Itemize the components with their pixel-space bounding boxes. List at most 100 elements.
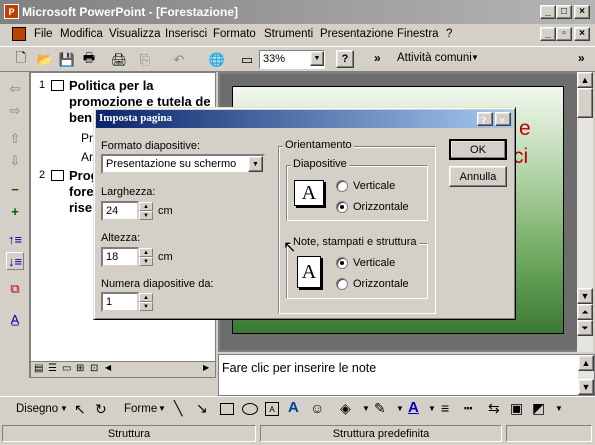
notes-scroll-down-icon[interactable]: ▼ xyxy=(578,379,594,395)
notes-horizontal-label[interactable]: Orizzontale xyxy=(353,278,409,290)
maximize-button[interactable]: □ xyxy=(556,5,572,19)
textbox-icon[interactable]: A xyxy=(265,402,279,416)
slideshow-icon[interactable]: ⊡ xyxy=(90,363,98,374)
shapes-chevron-down-icon[interactable]: ▼ xyxy=(158,404,166,413)
cancel-button[interactable]: Annulla xyxy=(449,166,507,187)
minimize-button[interactable]: _ xyxy=(540,5,556,19)
notes-scroll-up-icon[interactable]: ▲ xyxy=(578,355,594,371)
slide-icon[interactable] xyxy=(51,170,64,181)
scroll-thumb[interactable] xyxy=(577,88,593,118)
spin-up-icon[interactable]: ▲ xyxy=(139,293,153,302)
notes-pane[interactable]: Fare clic per inserire le note ▲ ▼ xyxy=(218,354,595,396)
demote-icon[interactable]: ⇨ xyxy=(6,102,24,120)
common-tasks-menu[interactable]: Attività comuni xyxy=(397,52,472,64)
menu-inserisci[interactable]: Inserisci xyxy=(165,28,207,40)
slide-title[interactable]: Politica per la xyxy=(69,78,154,93)
move-down-icon[interactable]: ⇩ xyxy=(6,152,24,170)
next-slide-icon[interactable]: ⏷ xyxy=(577,320,593,336)
width-spinner[interactable]: ▲ ▼ xyxy=(139,202,153,220)
hyperlink-icon[interactable]: 🌐 xyxy=(208,51,226,69)
slide-title[interactable]: ben xyxy=(69,110,92,125)
scroll-right-icon[interactable]: ▶ xyxy=(203,363,209,372)
line-color-icon[interactable]: ✎ xyxy=(374,400,386,417)
draw-chevron-down-icon[interactable]: ▼ xyxy=(60,404,68,413)
line-icon[interactable]: ╲ xyxy=(174,400,182,417)
spin-down-icon[interactable]: ▼ xyxy=(139,211,153,220)
scroll-up-icon[interactable]: ▲ xyxy=(577,72,593,88)
height-input[interactable]: 18 xyxy=(101,247,139,267)
outline-bullet[interactable]: Pr xyxy=(81,131,93,145)
close-button[interactable]: × xyxy=(574,5,590,19)
zoom-select[interactable]: 33% ▼ xyxy=(259,50,325,69)
rectangle-icon[interactable] xyxy=(220,403,234,415)
font-color-icon[interactable]: A xyxy=(408,399,419,416)
collapse-icon[interactable]: − xyxy=(6,180,24,198)
open-icon[interactable]: 📂 xyxy=(36,51,54,69)
collapse-all-icon[interactable]: ↑≡ xyxy=(6,230,24,248)
menu-modifica[interactable]: Modifica xyxy=(60,28,103,40)
rotate-icon[interactable]: ↻ xyxy=(95,401,107,418)
doc-restore-button[interactable]: ▫ xyxy=(556,27,572,41)
slide-icon[interactable]: ▭ xyxy=(238,51,256,69)
scroll-down-icon[interactable]: ▼ xyxy=(577,288,593,304)
spin-up-icon[interactable]: ▲ xyxy=(139,248,153,257)
expand-all-icon[interactable]: ↓≡ xyxy=(6,252,24,270)
arrow-icon[interactable]: ↘ xyxy=(196,400,208,417)
notes-vertical-radio[interactable] xyxy=(336,257,348,269)
shapes-menu[interactable]: Forme xyxy=(124,403,157,415)
arrow-style-icon[interactable]: ⇆ xyxy=(488,400,500,417)
outline-bullet[interactable]: Ar xyxy=(81,150,93,164)
print-icon[interactable]: 🖶 xyxy=(80,50,98,69)
outline-view-icon[interactable]: ☰ xyxy=(48,363,57,374)
help-button[interactable]: ? xyxy=(336,50,354,68)
slides-horizontal-radio[interactable] xyxy=(336,201,348,213)
ellipse-icon[interactable] xyxy=(242,403,258,415)
slide-title[interactable]: fore xyxy=(69,184,94,199)
more-buttons-icon[interactable]: » xyxy=(374,51,381,65)
document-icon[interactable] xyxy=(12,27,26,41)
undo-icon[interactable]: ↶ xyxy=(170,51,188,69)
tasks-chevron-down-icon[interactable]: ▼ xyxy=(471,53,479,62)
doc-close-button[interactable]: × xyxy=(574,27,590,41)
notes-vertical-label[interactable]: Verticale xyxy=(353,257,395,269)
dialog-close-button[interactable]: × xyxy=(495,112,511,127)
dash-style-icon[interactable]: ┅ xyxy=(464,400,472,417)
height-spinner[interactable]: ▲ ▼ xyxy=(139,248,153,266)
menu-visualizza[interactable]: Visualizza xyxy=(109,28,161,40)
dialog-help-button[interactable]: ? xyxy=(477,112,493,127)
format-select[interactable]: Presentazione su schermo ▼ xyxy=(101,154,265,174)
menu-file[interactable]: File xyxy=(34,28,53,40)
show-formatting-icon[interactable]: A̲ xyxy=(6,310,24,328)
scroll-left-icon[interactable]: ◀ xyxy=(105,363,111,372)
move-up-icon[interactable]: ⇧ xyxy=(6,130,24,148)
doc-minimize-button[interactable]: _ xyxy=(540,27,556,41)
slides-horizontal-label[interactable]: Orizzontale xyxy=(353,201,409,213)
slides-vertical-label[interactable]: Verticale xyxy=(353,180,395,192)
number-from-spinner[interactable]: ▲ ▼ xyxy=(139,293,153,311)
toolbar-overflow-icon[interactable]: » xyxy=(578,51,585,65)
fill-color-icon[interactable]: ◈ xyxy=(340,400,351,417)
fill-chevron-down-icon[interactable]: ▼ xyxy=(362,404,370,413)
shadow-icon[interactable]: ▣ xyxy=(510,400,523,417)
select-pointer-icon[interactable]: ↖ xyxy=(74,401,86,418)
clipart-icon[interactable]: ☺ xyxy=(310,400,324,416)
menu-finestra[interactable]: Finestra xyxy=(397,28,439,40)
toolbar-chevron-down-icon[interactable]: ▼ xyxy=(555,404,563,413)
slide-scrollbar[interactable]: ▲ ▼ ⏶ ⏷ xyxy=(577,72,593,352)
menu-help[interactable]: ? xyxy=(446,28,452,40)
chevron-down-icon[interactable]: ▼ xyxy=(248,156,263,172)
slides-vertical-radio[interactable] xyxy=(336,180,348,192)
wordart-icon[interactable]: A xyxy=(288,399,299,416)
expand-icon[interactable]: + xyxy=(6,202,24,220)
save-icon[interactable]: 💾 xyxy=(58,51,76,69)
normal-view-icon[interactable]: ▤ xyxy=(34,363,43,374)
notes-horizontal-radio[interactable] xyxy=(336,278,348,290)
menu-presentazione[interactable]: Presentazione xyxy=(320,28,394,40)
promote-icon[interactable]: ⇦ xyxy=(6,80,24,98)
line-color-chevron-down-icon[interactable]: ▼ xyxy=(396,404,404,413)
3d-icon[interactable]: ◩ xyxy=(532,400,545,417)
spin-down-icon[interactable]: ▼ xyxy=(139,257,153,266)
menu-formato[interactable]: Formato xyxy=(213,28,256,40)
line-style-icon[interactable]: ≡ xyxy=(441,400,449,416)
notes-scrollbar[interactable]: ▲ ▼ xyxy=(578,355,594,395)
